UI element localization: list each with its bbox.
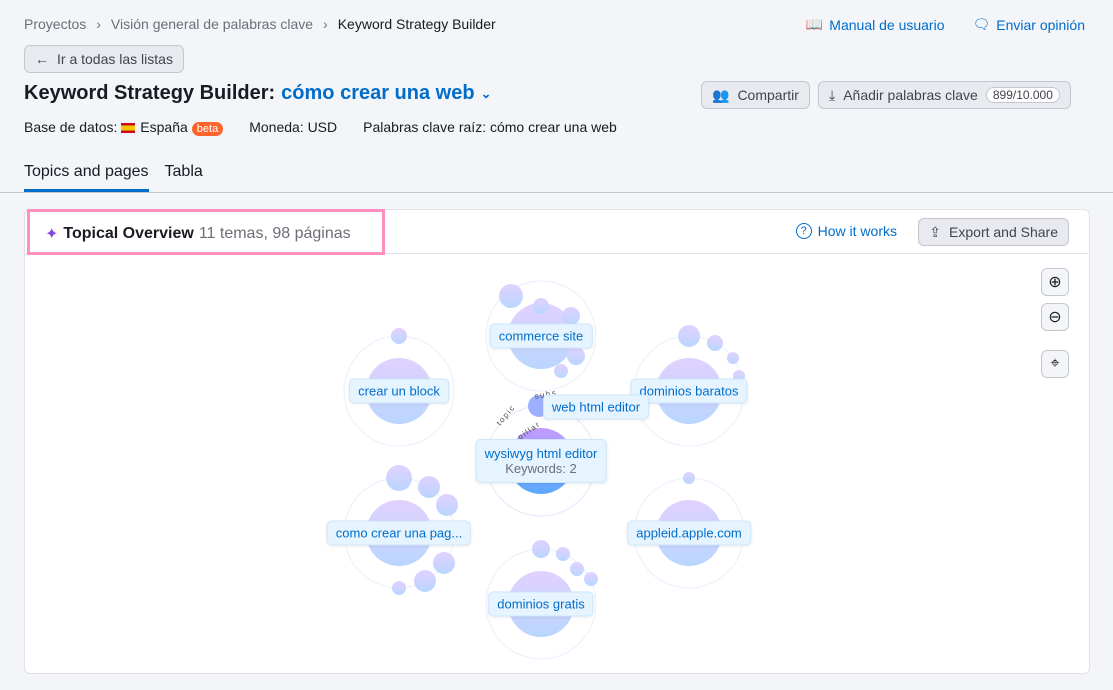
chevron-right-icon: › <box>96 16 101 32</box>
add-label: Añadir palabras clave <box>843 87 978 103</box>
breadcrumb-vision[interactable]: Visión general de palabras clave <box>111 16 313 32</box>
tab-tabla[interactable]: Tabla <box>165 163 203 192</box>
title-prefix: Keyword Strategy Builder: <box>24 82 276 104</box>
tab-topics-and-pages[interactable]: Topics and pages <box>24 163 149 192</box>
back-label: Ir a todas las listas <box>57 51 173 67</box>
chevron-right-icon: › <box>323 16 328 32</box>
export-share-button[interactable]: ⇪ Export and Share <box>918 218 1069 246</box>
breadcrumb: Proyectos › Visión general de palabras cl… <box>24 16 496 32</box>
page-bubble <box>392 581 406 595</box>
meta-row: Base de datos: España beta Moneda: USD Pa… <box>24 119 617 136</box>
topic-label[interactable]: appleid.apple.com <box>627 520 751 546</box>
comment-icon: 🗨 <box>972 16 991 32</box>
center-topic-name: wysiwyg html editor <box>484 446 598 461</box>
back-to-lists-button[interactable]: ← Ir a todas las listas <box>24 45 184 73</box>
ring-label: topic <box>495 403 518 427</box>
page-title: Keyword Strategy Builder: cómo crear una… <box>24 82 491 105</box>
topic-label[interactable]: dominios gratis <box>488 591 594 617</box>
page-bubble <box>414 570 436 592</box>
page-bubble <box>532 540 550 558</box>
breadcrumb-current: Keyword Strategy Builder <box>337 16 496 32</box>
feedback-label: Enviar opinión <box>996 16 1085 33</box>
overview-subtitle: 11 temas, 98 páginas <box>198 225 351 242</box>
page-bubble <box>562 307 580 325</box>
page-bubble <box>727 352 739 364</box>
how-it-works-link[interactable]: ? How it works <box>795 223 897 239</box>
topic-label[interactable]: como crear una pag... <box>326 520 472 546</box>
page-bubble <box>683 472 695 484</box>
chevron-down-icon[interactable]: ⌄ <box>481 86 492 102</box>
page-bubble <box>584 572 598 586</box>
users-icon: 👥 <box>712 86 730 103</box>
page-bubble <box>433 552 455 574</box>
page-bubble <box>678 325 700 347</box>
root-keywords: Palabras clave raíz: cómo crear una web <box>363 119 617 135</box>
help-icon: ? <box>795 223 812 239</box>
topical-overview-panel: ✦ Topical Overview 11 temas, 98 páginas ? H… <box>24 209 1090 674</box>
page-bubble <box>391 328 407 344</box>
page-bubble <box>567 347 585 365</box>
db-value[interactable]: España <box>140 119 187 135</box>
keyword-selector[interactable]: cómo crear una web <box>281 82 474 105</box>
keyword-count-badge: 899/10.000 <box>985 87 1060 103</box>
arrow-left-icon: ← <box>35 51 49 67</box>
page-bubble <box>499 284 523 308</box>
db-label: Base de datos: <box>24 119 118 135</box>
page-bubble <box>533 298 549 314</box>
overview-title: Topical Overview <box>63 225 194 242</box>
book-icon: 📖 <box>805 16 824 32</box>
page-bubble <box>707 335 723 351</box>
spain-flag-icon <box>121 123 136 133</box>
how-label: How it works <box>817 223 897 239</box>
center-keyword-count: Keywords: 2 <box>505 461 577 476</box>
upload-icon: ⇪ <box>929 223 942 240</box>
export-label: Export and Share <box>949 224 1058 240</box>
currency: Moneda: USD <box>249 119 338 135</box>
user-manual-label: Manual de usuario <box>829 16 945 33</box>
page-bubble <box>418 476 440 498</box>
page-bubble <box>386 465 412 491</box>
page-bubble <box>556 547 570 561</box>
page-bubble <box>570 562 584 576</box>
download-icon: ⤓ <box>829 86 836 103</box>
beta-badge: beta <box>191 122 224 136</box>
share-button[interactable]: 👥 Compartir <box>701 81 810 109</box>
breadcrumb-proyectos[interactable]: Proyectos <box>24 16 86 32</box>
user-manual-link[interactable]: 📖 Manual de usuario <box>806 16 945 33</box>
feedback-link[interactable]: 🗨 Enviar opinión <box>972 16 1085 33</box>
add-keywords-button[interactable]: ⤓ Añadir palabras clave 899/10.000 <box>818 81 1071 109</box>
divider <box>0 192 1113 193</box>
subtopic-label[interactable]: web html editor <box>542 394 650 420</box>
center-topic-label[interactable]: wysiwyg html editor Keywords: 2 <box>475 439 607 483</box>
share-label: Compartir <box>737 87 799 103</box>
topic-label[interactable]: crear un block <box>349 378 449 404</box>
sparkle-icon: ✦ <box>45 226 59 243</box>
page-bubble <box>554 364 568 378</box>
page-bubble <box>436 494 458 516</box>
topic-label[interactable]: commerce site <box>489 323 593 349</box>
